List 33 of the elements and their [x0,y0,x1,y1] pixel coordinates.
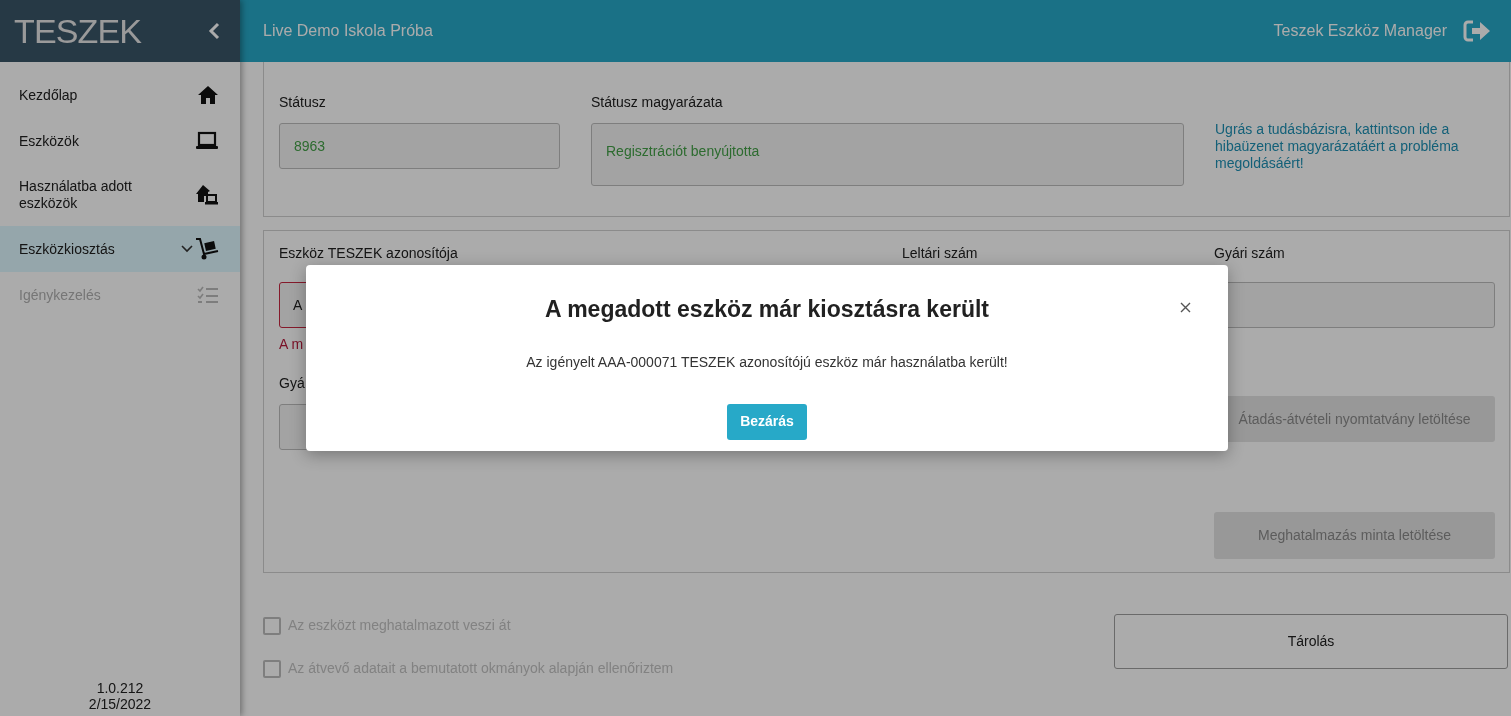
checklist-icon [197,286,219,304]
school-name: Live Demo Iskola Próba [263,21,433,41]
dialog-title: A megadott eszköz már kiosztásra került [545,295,989,324]
sidebar-item[interactable]: Használatba adott eszközök [0,164,240,226]
field-label: Eszköz TESZEK azonosítója [279,244,459,263]
explanation-field[interactable]: Regisztrációt benyújtotta [591,123,1184,186]
help-link[interactable]: Ugrás a tudásbázisra, kattintson ide a hibaüzenet magyarázatáért a probléma megoldásáért! [1215,121,1496,172]
sidebar-item[interactable]: Eszközkiosztás [0,226,240,272]
checkbox[interactable] [263,659,281,678]
close-button[interactable]: Bezárás [727,403,807,440]
field-label: Státusz [279,93,327,112]
checkbox[interactable] [263,616,281,635]
sidebar-item[interactable]: Eszközök [0,118,240,164]
sidebar-item[interactable]: Kezdőlap [0,72,240,118]
save-button[interactable]: Tárolás [1114,614,1508,669]
dolly-icon [195,237,219,261]
build-date: 2/15/2022 [88,696,152,712]
field-label: Státusz magyarázata [591,93,724,112]
status-field[interactable]: 8963 [279,123,560,169]
brand-logo: TESZEK [14,10,142,52]
collapse-icon[interactable] [208,22,220,40]
dialog-message: Az igényelt AAA-000071 TESZEK azonosítójú eszköz már használatba került! [526,352,1008,372]
field-label: Gyá [279,374,305,393]
app-name: Teszek Eszköz Manager [1273,21,1447,41]
logout-icon[interactable] [1463,19,1491,43]
home-laptop-icon [195,184,219,206]
version-text: 1.0.212 [96,680,144,696]
laptop-icon [195,131,219,151]
close-icon[interactable] [1180,302,1191,313]
error-text: A m [279,335,304,354]
home-icon [197,85,219,105]
field-label: Leltári szám [902,244,979,263]
field-label: Gyári szám [1214,244,1285,263]
